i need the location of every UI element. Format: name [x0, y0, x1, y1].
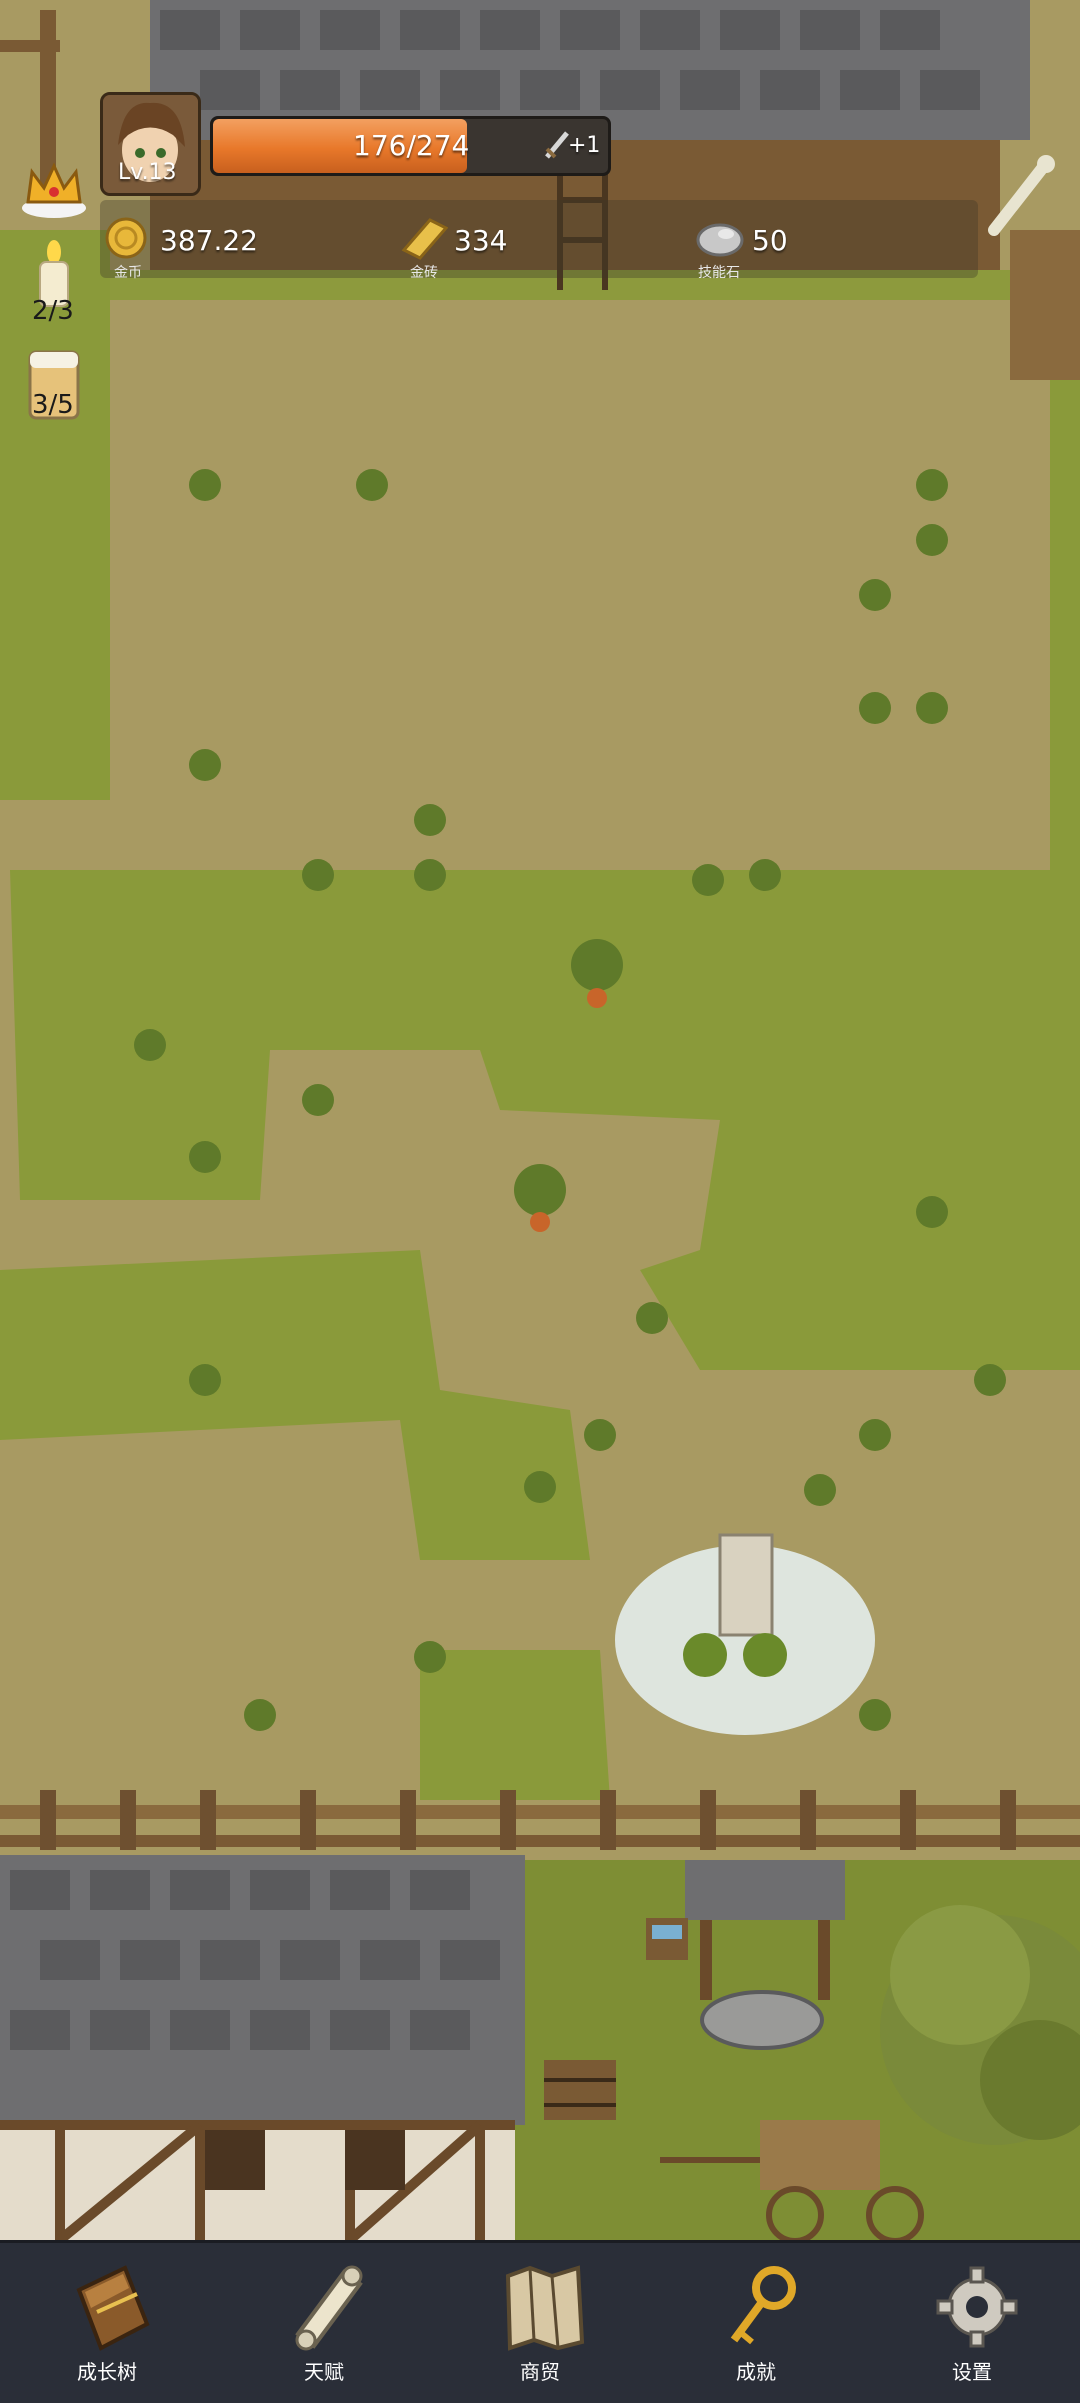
nav-label-talent: 天赋 [304, 2360, 344, 2384]
player-level: Lv.13 [118, 160, 177, 185]
sword-icon [543, 129, 571, 161]
book-icon [76, 2265, 150, 2351]
gold-brick-icon [401, 218, 448, 260]
skill-stone-label: 技能石 [698, 265, 740, 281]
resource-gold[interactable]: 387.22 金币 [102, 210, 382, 281]
gear-icon [936, 2266, 1018, 2348]
nav-label-settings: 设置 [952, 2360, 992, 2384]
nav-growth-tree[interactable]: 成长树 [27, 2262, 187, 2392]
scroll-icon [295, 2265, 363, 2351]
farm-map [0, 0, 1080, 2240]
nav-settings[interactable]: 设置 [892, 2262, 1052, 2392]
resource-gold-brick[interactable]: 334 金砖 [396, 210, 676, 281]
key-icon [730, 2266, 796, 2345]
skill-stone-value: 50 [752, 224, 788, 257]
beer-counter[interactable]: 3/5 [24, 348, 84, 438]
gold-coin-icon [105, 217, 147, 259]
gold-brick-value: 334 [454, 224, 508, 257]
candle-count: 2/3 [32, 296, 74, 326]
bone-club-button[interactable] [980, 150, 1060, 240]
nav-trade[interactable]: 商贸 [460, 2262, 620, 2392]
hp-bar: 176/274 +1 [210, 116, 611, 176]
game-world[interactable] [0, 0, 1080, 2240]
crown-button[interactable] [18, 158, 90, 220]
gold-label: 金币 [114, 265, 142, 281]
resource-skill-stone[interactable]: 50 技能石 [692, 210, 972, 281]
hp-text: 176/274 [353, 129, 470, 162]
nav-label-growth-tree: 成长树 [77, 2360, 137, 2384]
hp-bonus: +1 [568, 133, 601, 158]
map-icon [505, 2265, 585, 2351]
nav-label-trade: 商贸 [520, 2360, 560, 2384]
nav-talent[interactable]: 天赋 [244, 2262, 404, 2392]
skill-stone-icon [696, 223, 744, 257]
nav-label-achievement: 成就 [736, 2360, 776, 2384]
beer-count: 3/5 [32, 390, 74, 420]
bone-club-icon [988, 155, 1055, 236]
gold-brick-label: 金砖 [410, 265, 438, 281]
gold-value: 387.22 [160, 224, 258, 257]
nav-achievement[interactable]: 成就 [676, 2262, 836, 2392]
crown-icon [22, 162, 86, 218]
candle-counter[interactable]: 2/3 [24, 240, 84, 330]
